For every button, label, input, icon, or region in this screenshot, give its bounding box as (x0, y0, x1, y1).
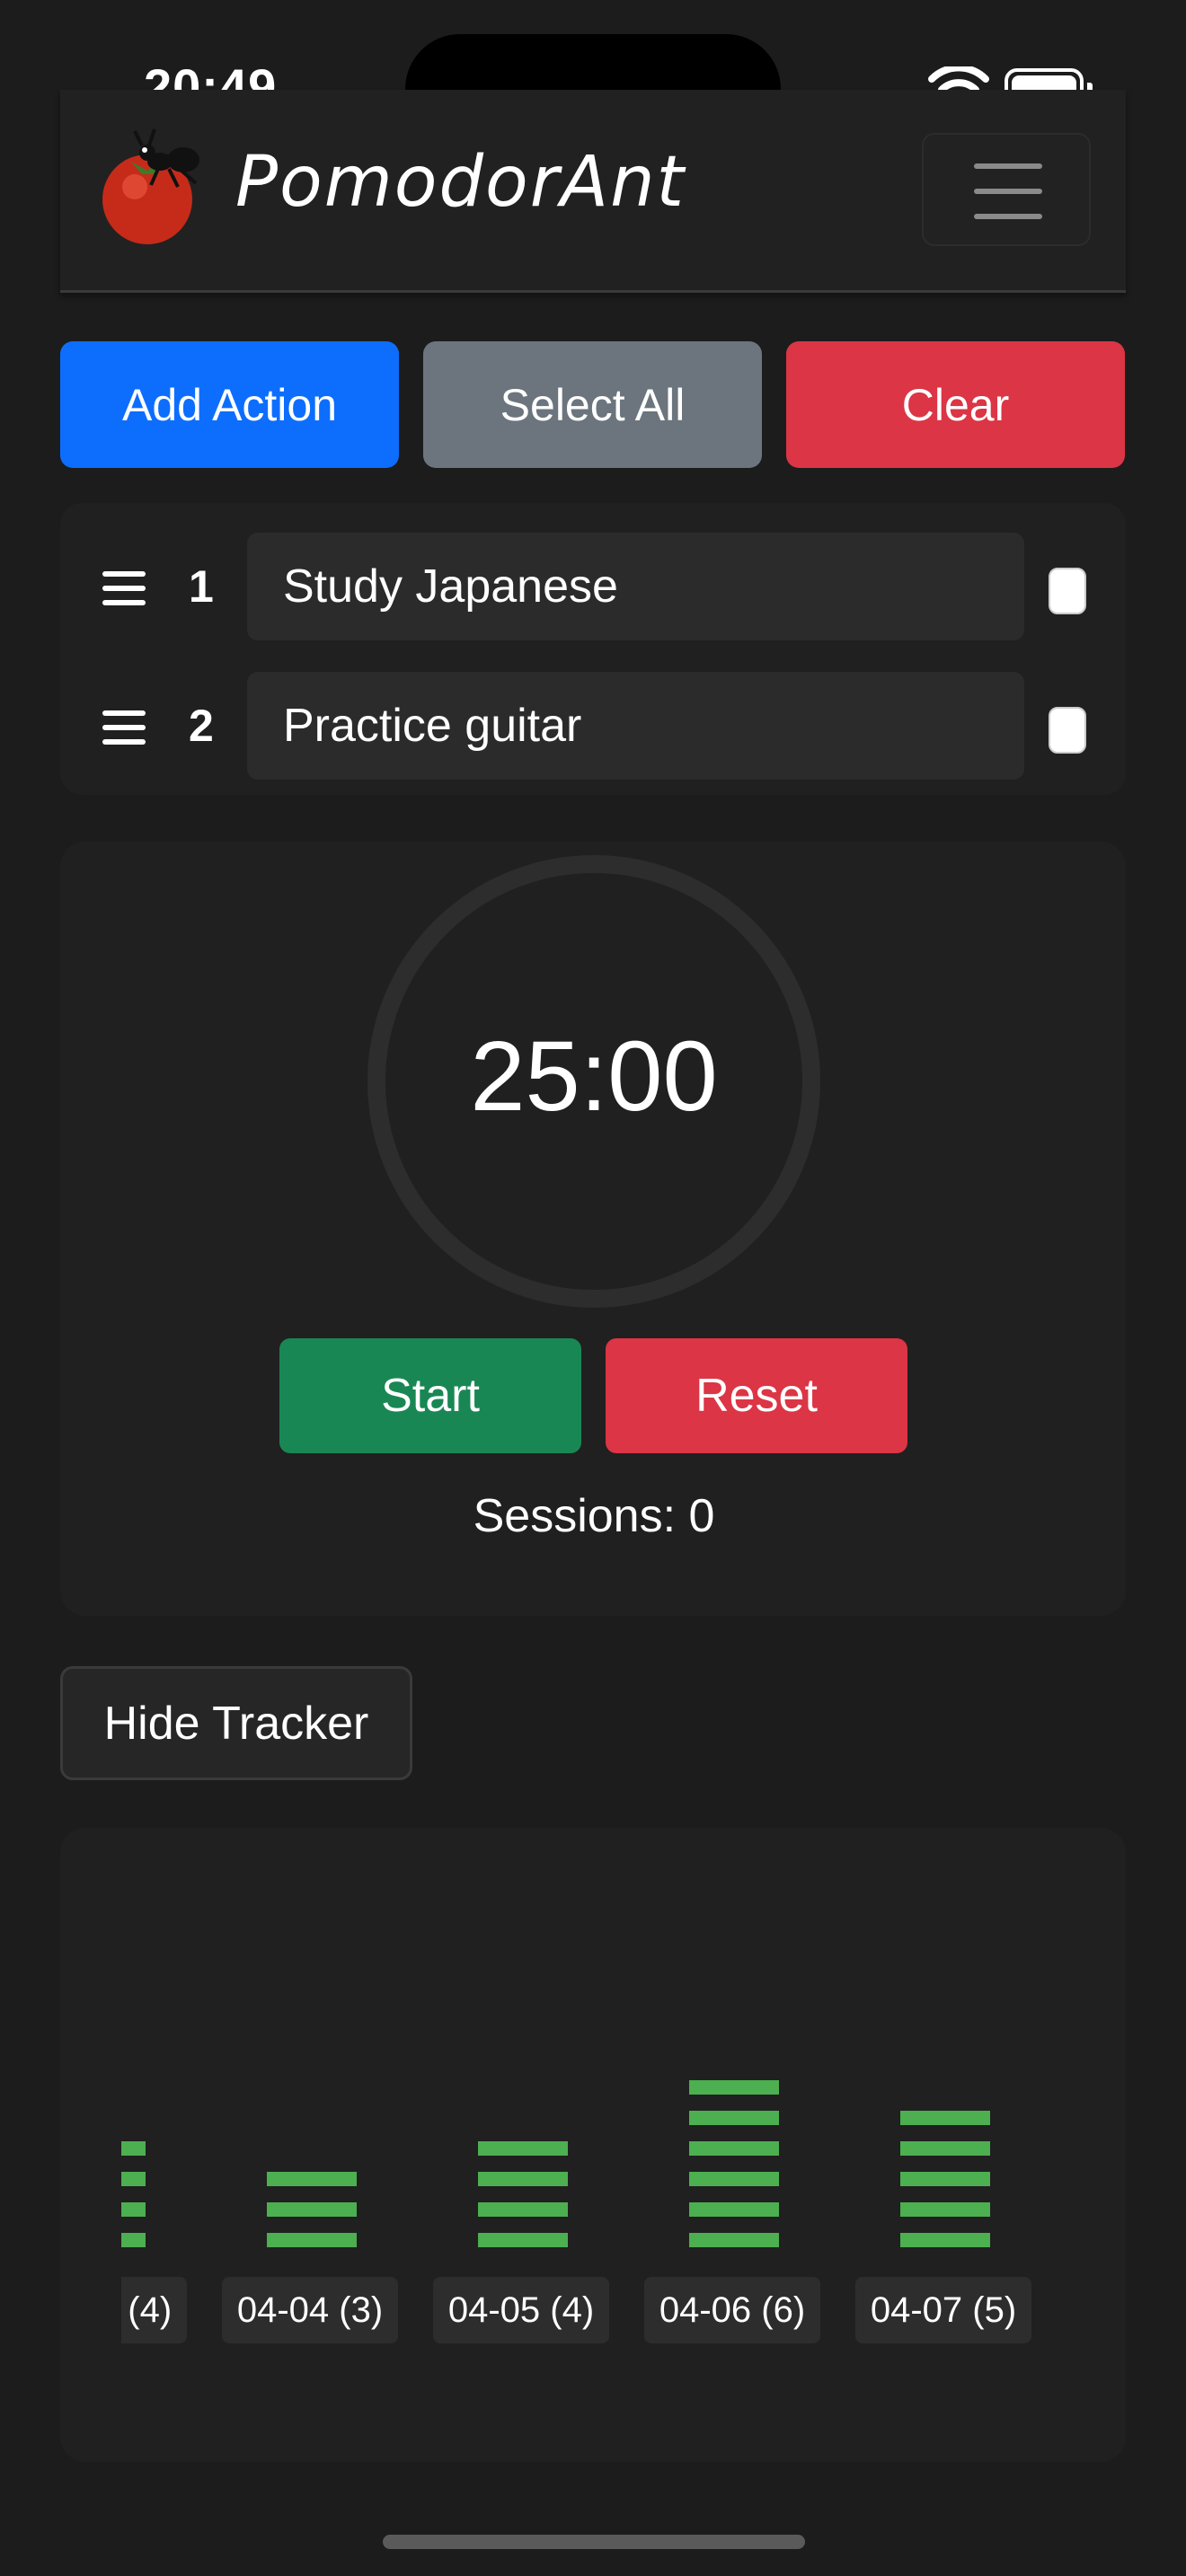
task-number: 2 (189, 701, 214, 751)
tracker-day-04-05: 04-05 (4) (433, 1828, 613, 2462)
session-bar (689, 2233, 779, 2247)
select-all-button[interactable]: Select All (423, 341, 762, 468)
tracker-day-label: 04-04 (3) (222, 2277, 398, 2343)
session-bar (689, 2080, 779, 2095)
session-bar (267, 2233, 357, 2247)
session-bar (900, 2111, 990, 2125)
reset-button[interactable]: Reset (606, 1338, 907, 1453)
drag-handle-icon[interactable] (102, 710, 146, 746)
tracker-day-label: 04-07 (5) (855, 2277, 1031, 2343)
session-bar (900, 2202, 990, 2217)
clear-button[interactable]: Clear (786, 341, 1125, 468)
tracker-day-label: 04-03 (4) (121, 2277, 187, 2343)
task-number: 1 (189, 561, 214, 612)
task-input[interactable]: Study Japanese (247, 533, 1024, 640)
start-button[interactable]: Start (279, 1338, 581, 1453)
sessions-count: Sessions: 0 (473, 1490, 715, 1542)
session-bar (121, 2202, 146, 2217)
session-bar (478, 2233, 568, 2247)
drag-handle-icon[interactable] (102, 571, 146, 607)
app-brand: PomodorAnt (235, 142, 686, 223)
session-bar (478, 2172, 568, 2186)
tracker-day-04-03: 04-03 (4) (121, 1828, 190, 2462)
session-bar (121, 2172, 146, 2186)
hide-tracker-button[interactable]: Hide Tracker (60, 1666, 412, 1780)
session-bar (478, 2141, 568, 2156)
session-bar (267, 2202, 357, 2217)
session-bar (689, 2202, 779, 2217)
session-bar (478, 2202, 568, 2217)
home-indicator[interactable] (383, 2535, 805, 2549)
session-bar (121, 2233, 146, 2247)
tracker-day-label: 04-05 (4) (433, 2277, 609, 2343)
task-checkbox[interactable] (1049, 707, 1086, 754)
tracker-day-04-06: 04-06 (6) (644, 1828, 824, 2462)
session-bar (689, 2141, 779, 2156)
session-bar (689, 2111, 779, 2125)
add-action-button[interactable]: Add Action (60, 341, 399, 468)
session-bar (121, 2141, 146, 2156)
session-bar (900, 2141, 990, 2156)
timer-display: 25:00 (470, 1021, 718, 1132)
tracker-day-04-07: 04-07 (5) (855, 1828, 1035, 2462)
tracker-scroll[interactable]: 04-03 (4) 04-04 (3) 04-05 (4) 04-06 (6) 04-0… (121, 1828, 1110, 2462)
session-bar (900, 2172, 990, 2186)
hamburger-menu-button[interactable] (922, 133, 1091, 246)
session-bar (900, 2233, 990, 2247)
session-bar (267, 2172, 357, 2186)
task-checkbox[interactable] (1049, 568, 1086, 614)
tomato-ant-logo (102, 128, 199, 244)
session-bar (689, 2172, 779, 2186)
tracker-chart[interactable]: 04-03 (4) 04-04 (3) 04-05 (4) 04-06 (6) 04-0… (60, 1828, 1126, 2462)
tracker-day-label: 04-06 (6) (644, 2277, 820, 2343)
task-input[interactable]: Practice guitar (247, 672, 1024, 780)
tracker-day-04-04: 04-04 (3) (222, 1828, 402, 2462)
